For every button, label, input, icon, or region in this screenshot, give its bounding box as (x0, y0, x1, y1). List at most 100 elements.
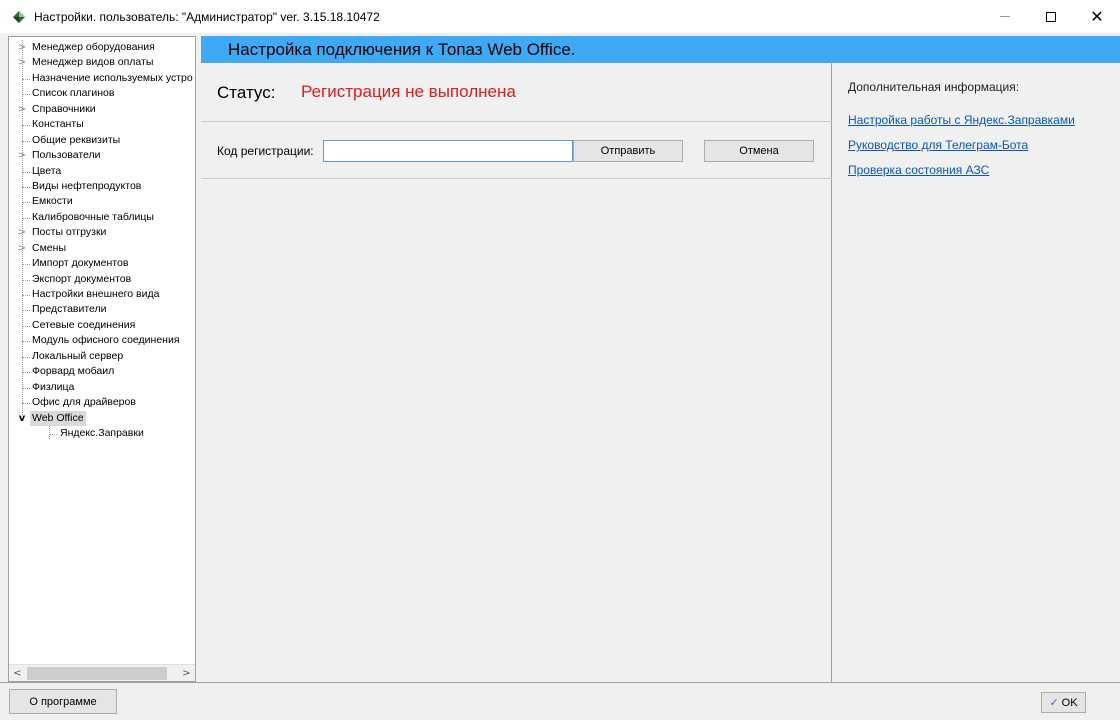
tree-item-label: Смены (32, 241, 66, 254)
scroll-right-arrow-icon[interactable]: > (178, 665, 195, 681)
tree-item[interactable]: Сетевые соединения (9, 318, 195, 333)
tree-item[interactable]: > Менеджер видов оплаты (9, 55, 195, 70)
tree-item-label: Физлица (32, 380, 75, 393)
tree-item[interactable]: Емкости (9, 194, 195, 209)
scroll-left-arrow-icon[interactable]: < (9, 665, 26, 681)
tree-connector (22, 387, 30, 389)
ok-button[interactable]: ✓ OK (1041, 692, 1086, 713)
tree-connector (22, 78, 30, 80)
tree-item-label: Настройки внешнего вида (32, 288, 160, 300)
minimize-button[interactable] (982, 0, 1028, 33)
tree-item[interactable]: Список плагинов (9, 86, 195, 101)
tree-item-label: Виды нефтепродуктов (32, 179, 142, 192)
tree-item-label: Менеджер видов оплаты (32, 56, 154, 69)
chevron-right-icon[interactable]: > (17, 40, 27, 55)
tree-item-label: Пользователи (32, 149, 101, 162)
close-button[interactable]: ✕ (1074, 0, 1120, 33)
tree-item-label: Сетевые соединения (32, 318, 136, 331)
link-telegram-guide[interactable]: Руководство для Телеграм-Бота (848, 138, 1028, 152)
tree-item[interactable]: > Посты отгрузки (9, 225, 195, 240)
tree-item-label: Представители (32, 303, 107, 316)
tree-item-label: Цвета (32, 164, 62, 177)
status-label: Статус: (217, 83, 276, 102)
tree-item[interactable]: Импорт документов (9, 256, 195, 271)
tree-connector (22, 372, 30, 374)
tree-item[interactable]: Цвета (9, 164, 195, 179)
send-button[interactable]: Отправить (573, 140, 683, 162)
tree-item[interactable]: Яндекс.Заправки (9, 426, 195, 441)
tree-item[interactable]: Экспорт документов (9, 272, 195, 287)
tree-item[interactable]: > Менеджер оборудования (9, 40, 195, 55)
tree-item-label: Импорт документов (32, 257, 129, 270)
tree-connector (22, 341, 30, 343)
tree-connector (22, 264, 30, 266)
tree-list: > Менеджер оборудования > Менеджер видов оп… (9, 40, 195, 441)
tree-connector (22, 325, 30, 327)
tree-item-label: Назначение используемых устро (32, 71, 193, 84)
status-row: Статус: Регистрация не выполнена (201, 63, 832, 122)
tree-item-label: Посты отгрузки (32, 226, 107, 239)
tree-connector (22, 403, 30, 405)
ok-button-label: OK (1061, 696, 1078, 709)
tree-item[interactable]: Офис для драйверов (9, 395, 195, 410)
tree-item[interactable]: > Пользователи (9, 148, 195, 163)
link-yandex-setup[interactable]: Настройка работы с Яндекс.Заправками (848, 113, 1075, 127)
settings-tree[interactable]: > Менеджер оборудования > Менеджер видов оп… (8, 36, 196, 682)
tree-connector (22, 295, 30, 296)
link-station-status[interactable]: Проверка состояния АЗС (848, 163, 989, 177)
tree-item[interactable]: > Справочники (9, 102, 195, 117)
chevron-right-icon[interactable]: > (17, 102, 27, 117)
tree-item[interactable]: Модуль офисного соединения (9, 333, 195, 348)
close-icon: ✕ (1090, 7, 1104, 26)
footer-bar: О программе ✓ OK (0, 683, 1120, 720)
minimize-icon (1000, 16, 1010, 17)
tree-item-label: Модуль офисного соединения (32, 334, 180, 347)
chevron-right-icon[interactable]: > (17, 225, 27, 240)
chevron-right-icon[interactable]: > (17, 148, 27, 163)
tree-item[interactable]: Представители (9, 302, 195, 317)
tree-connector (49, 433, 57, 435)
maximize-button[interactable] (1028, 0, 1074, 33)
main-panel: Статус: Регистрация не выполнена Код рег… (201, 63, 832, 682)
page-title: Настройка подключения к Топаз Web Office… (228, 40, 576, 59)
tree-item-label: Общие реквизиты (32, 133, 121, 146)
chevron-down-icon[interactable]: v (17, 411, 27, 426)
about-button[interactable]: О программе (9, 689, 117, 714)
horizontal-scrollbar[interactable]: < > (9, 664, 195, 681)
tree-connector (22, 310, 30, 312)
tree-connector (22, 217, 30, 219)
tree-connector (22, 186, 30, 188)
tree-item[interactable]: Настройки внешнего вида (9, 287, 195, 302)
tree-item[interactable]: v Web Office (9, 410, 195, 426)
tree-item[interactable]: Общие реквизиты (9, 133, 195, 148)
tree-connector (22, 125, 30, 127)
tree-item[interactable]: Физлица (9, 380, 195, 395)
tree-item[interactable]: Локальный сервер (9, 349, 195, 364)
tree-connector (22, 356, 30, 358)
tree-item[interactable]: Назначение используемых устро (9, 71, 195, 86)
window-title: Настройки. пользователь: "Администратор"… (34, 9, 380, 24)
cancel-button[interactable]: Отмена (704, 140, 814, 162)
registration-code-label: Код регистрации: (217, 144, 314, 158)
registration-code-input[interactable] (323, 140, 573, 162)
app-diamond-icon (13, 10, 25, 23)
tree-item-label: Форвард мобаил (32, 365, 115, 378)
registration-row: Код регистрации: Отправить Отмена (201, 123, 832, 179)
tree-item[interactable]: > Смены (9, 241, 195, 256)
tree-item[interactable]: Калибровочные таблицы (9, 210, 195, 225)
tree-item-label: Офис для драйверов (32, 396, 136, 409)
page-header: Настройка подключения к Топаз Web Office… (201, 36, 1120, 63)
tree-item-label: Справочники (32, 102, 96, 115)
chevron-right-icon[interactable]: > (17, 241, 27, 256)
info-title: Дополнительная информация: (848, 80, 1020, 94)
tree-item[interactable]: Константы (9, 117, 195, 132)
tree-item-label: Емкости (32, 195, 73, 208)
title-bar: Настройки. пользователь: "Администратор"… (0, 0, 1120, 33)
tree-item[interactable]: Виды нефтепродуктов (9, 179, 195, 194)
maximize-icon (1046, 11, 1056, 22)
chevron-right-icon[interactable]: > (17, 55, 27, 70)
tree-item-label: Экспорт документов (32, 272, 132, 285)
tree-item-label: Менеджер оборудования (32, 41, 155, 53)
scrollbar-thumb[interactable] (27, 667, 167, 680)
tree-item[interactable]: Форвард мобаил (9, 364, 195, 379)
